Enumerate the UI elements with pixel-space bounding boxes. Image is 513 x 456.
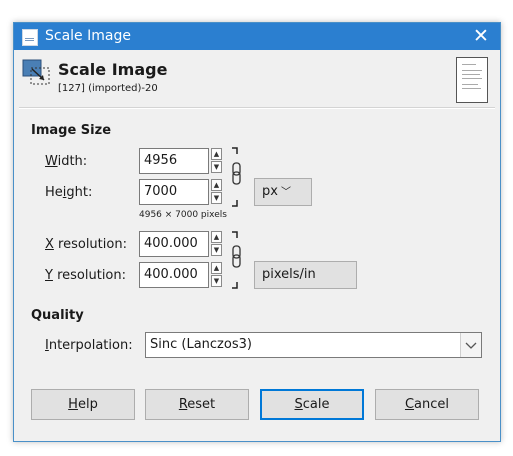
width-input[interactable]: 4956 <box>139 148 209 174</box>
image-thumbnail-icon <box>456 57 488 103</box>
resolution-unit-select[interactable]: pixels/in <box>254 261 357 289</box>
width-spinner[interactable]: ▲ ▼ <box>211 148 222 174</box>
y-resolution-input[interactable]: 400.000 <box>139 262 209 288</box>
spin-up-icon[interactable]: ▲ <box>211 262 222 274</box>
height-input[interactable]: 7000 <box>139 179 209 205</box>
image-size-heading: Image Size <box>31 123 112 138</box>
spin-down-icon[interactable]: ▼ <box>211 244 222 256</box>
height-label: Height: <box>45 185 93 200</box>
window-title: Scale Image <box>45 28 131 44</box>
pixel-dimensions: 4956 × 7000 pixels <box>139 210 227 220</box>
reset-button[interactable]: Reset <box>145 389 249 420</box>
size-unit-select[interactable]: px ﹀ <box>254 178 312 206</box>
spin-up-icon[interactable]: ▲ <box>211 148 222 160</box>
height-spinner[interactable]: ▲ ▼ <box>211 179 222 205</box>
scale-button[interactable]: Scale <box>260 389 364 420</box>
spin-down-icon[interactable]: ▼ <box>211 192 222 204</box>
spin-up-icon[interactable]: ▲ <box>211 179 222 191</box>
width-label: Width: <box>45 154 88 169</box>
quality-heading: Quality <box>31 308 84 323</box>
interpolation-label: Interpolation: <box>45 338 133 353</box>
chevron-down-icon[interactable] <box>460 333 481 357</box>
spin-down-icon[interactable]: ▼ <box>211 275 222 287</box>
interpolation-value: Sinc (Lanczos3) <box>150 337 252 352</box>
chain-link-icon[interactable] <box>231 147 243 207</box>
x-resolution-label: X resolution: <box>45 237 127 252</box>
spin-down-icon[interactable]: ▼ <box>211 161 222 173</box>
y-resolution-spinner[interactable]: ▲ ▼ <box>211 262 222 288</box>
y-resolution-label: Y resolution: <box>45 268 127 283</box>
scale-image-dialog: Scale Image ✕ Scale Image [127] (importe… <box>13 22 501 442</box>
x-resolution-input[interactable]: 400.000 <box>139 231 209 257</box>
help-button[interactable]: Help <box>31 389 135 420</box>
close-icon[interactable]: ✕ <box>470 25 492 47</box>
cancel-button[interactable]: Cancel <box>375 389 479 420</box>
header-divider <box>19 107 495 109</box>
spin-up-icon[interactable]: ▲ <box>211 231 222 243</box>
app-icon <box>22 29 38 46</box>
image-name: [127] (imported)-20 <box>58 83 158 94</box>
interpolation-select[interactable]: Sinc (Lanczos3) <box>145 332 482 358</box>
header-title: Scale Image <box>58 60 168 79</box>
title-bar[interactable]: Scale Image ✕ <box>14 23 500 50</box>
chevron-down-icon: ﹀ <box>280 187 291 198</box>
chain-link-icon[interactable] <box>231 231 243 289</box>
x-resolution-spinner[interactable]: ▲ ▼ <box>211 231 222 257</box>
scale-image-icon <box>22 59 50 85</box>
